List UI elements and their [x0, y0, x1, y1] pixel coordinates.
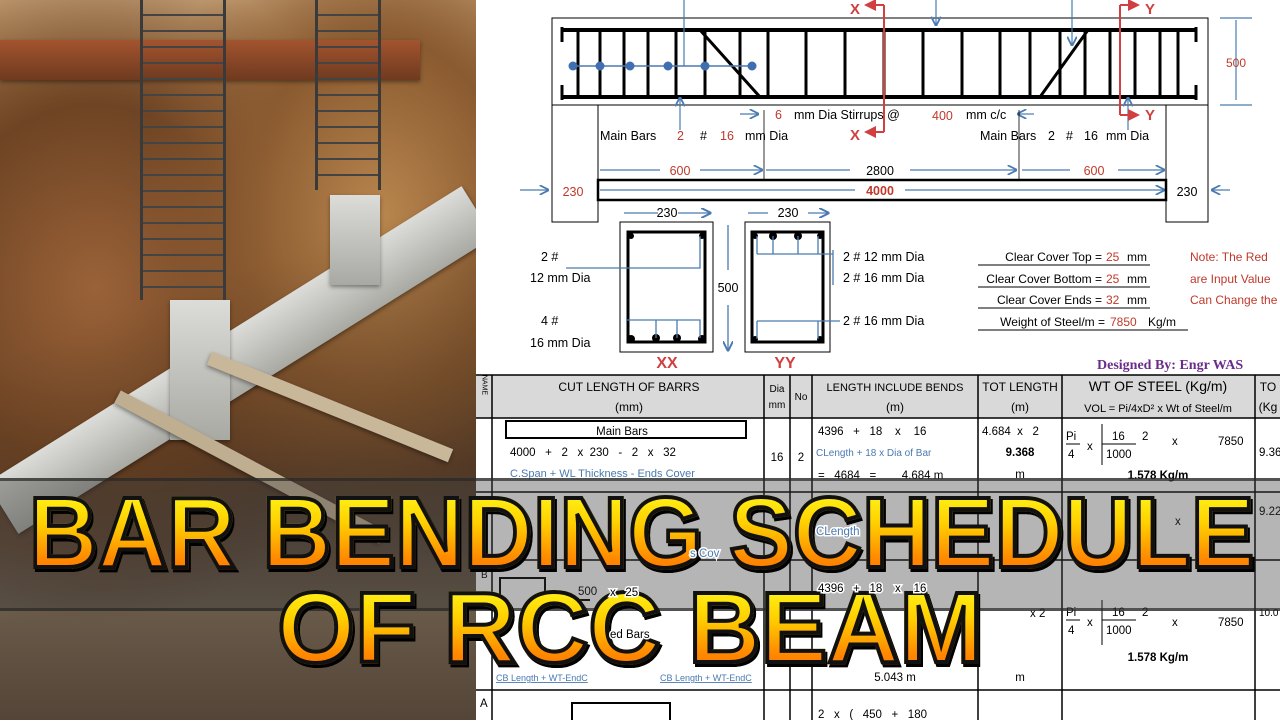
tot-calc: 4.684 x 2	[982, 426, 1039, 438]
xx-bottom-count: 4 #	[541, 314, 558, 328]
bends-formula: CLength + 18 x Dia of Bar	[816, 448, 932, 459]
wt-pow: 2	[1142, 431, 1148, 443]
right-main-bars-dia: 16	[1084, 129, 1098, 143]
cover-top-value[interactable]: 25	[1106, 250, 1120, 264]
bends-calc: 2 x ( 450 + 180	[818, 709, 927, 720]
header-cut-unit: (mm)	[615, 400, 643, 414]
designer-credit: Designed By: Engr WAS	[1097, 358, 1243, 373]
wt-x: x	[1087, 441, 1093, 453]
header-bends: LENGTH INCLUDE BENDS	[827, 382, 964, 394]
wt-4: 4	[1068, 449, 1075, 461]
bar-count: 2	[798, 452, 804, 464]
steel-weight-value[interactable]: 7850	[1110, 315, 1137, 329]
bends-calc: 4396 + 18 x 16	[818, 426, 926, 438]
dim-support-left: 230	[563, 185, 584, 199]
row-name-letter: A	[480, 698, 488, 710]
yy-bottom-bars: 2 # 16 mm Dia	[843, 314, 924, 328]
section-yy-width: 230	[778, 206, 799, 220]
wt-pi: Pi	[1066, 431, 1076, 443]
note-line: Can Change the	[1190, 293, 1278, 307]
dim-right: 600	[1084, 164, 1105, 178]
header-tot-unit: (m)	[1011, 400, 1029, 414]
section-y-marker-bottom: Y	[1145, 107, 1155, 124]
unit: mm Dia	[745, 129, 788, 143]
section-x-marker-bottom: X	[850, 127, 860, 144]
cover-ends-value[interactable]: 32	[1106, 293, 1120, 307]
wt-x: x	[1172, 436, 1178, 448]
title-line-1: BAR BENDING SCHEDULE	[27, 477, 1256, 589]
cover-bottom-label: Clear Cover Bottom =	[986, 272, 1102, 286]
total-weight: 9.36	[1259, 447, 1280, 459]
xx-top-count: 2 #	[541, 250, 558, 264]
header-dia: Dia	[769, 384, 784, 395]
note-line: are Input Value	[1190, 272, 1271, 286]
header-wt-steel: WT OF STEEL (Kg/m)	[1089, 378, 1227, 394]
xx-top-dia: 12 mm Dia	[530, 271, 590, 285]
hash: #	[1066, 129, 1073, 143]
xx-bottom-dia: 16 mm Dia	[530, 336, 590, 350]
section-depth: 500	[718, 281, 739, 295]
header-cut-length: CUT LENGTH OF BARRS	[558, 380, 699, 394]
header-no: No	[795, 392, 808, 403]
wt-steel: 7850	[1218, 436, 1244, 448]
cover-bottom-value[interactable]: 25	[1106, 272, 1120, 286]
unit: Kg/m	[1148, 315, 1176, 329]
steel-weight-label: Weight of Steel/m =	[1000, 315, 1105, 329]
header-name: NAME	[481, 375, 488, 396]
section-y-marker-top: Y	[1145, 1, 1155, 18]
header-dia-unit: mm	[769, 400, 786, 411]
right-main-bars-label: Main Bars	[980, 129, 1036, 143]
bar-name: Main Bars	[596, 426, 648, 438]
cross-sections: 230 230 500 XX YY 2 # 12 mm Dia 4 # 16 m…	[530, 206, 924, 372]
yy-mid-bars: 2 # 16 mm Dia	[843, 271, 924, 285]
header-total: TO	[1260, 380, 1276, 394]
cover-top-label: Clear Cover Top =	[1005, 250, 1102, 264]
cut-length-calc: 4000 + 2 x 230 - 2 x 32	[510, 447, 676, 459]
header-total-unit: (Kg	[1259, 400, 1278, 414]
left-main-bars-count: 2	[677, 129, 684, 143]
cover-inputs: Clear Cover Top = 25 mm Clear Cover Bott…	[978, 250, 1278, 331]
rebar-cage	[315, 0, 381, 190]
yy-top-bars: 2 # 12 mm Dia	[843, 250, 924, 264]
wt-num: 16	[1112, 431, 1125, 443]
unit: mm	[1127, 272, 1147, 286]
unit: mm	[1127, 250, 1147, 264]
unit: mm Dia	[1106, 129, 1149, 143]
dim-left: 600	[670, 164, 691, 178]
section-xx-label: XX	[656, 355, 678, 372]
header-bends-unit: (m)	[886, 400, 904, 414]
left-main-bars-dia: 16	[720, 129, 734, 143]
stirrup-text: mm Dia Stirrups @	[794, 108, 900, 122]
tot-value: 9.368	[1006, 447, 1035, 459]
left-main-bars-label: Main Bars	[600, 129, 656, 143]
dim-support-right: 230	[1177, 185, 1198, 199]
unit: mm	[1127, 293, 1147, 307]
stirrup-spacing: 400	[932, 109, 953, 123]
header-tot-length: TOT LENGTH	[982, 380, 1058, 394]
dim-span: 4000	[866, 184, 894, 198]
column-stub	[330, 195, 380, 285]
header-wt-formula: VOL = Pi/4xD² x Wt of Steel/m	[1084, 403, 1232, 415]
note-line: Note: The Red	[1190, 250, 1268, 264]
beam-elevation: X X Y Y 500 6 mm Dia Stirrups @ 400 mm c…	[520, 0, 1252, 223]
title-line-2: OF RCC BEAM	[0, 576, 1270, 680]
beam-depth-label: 500	[1226, 56, 1246, 70]
cover-ends-label: Clear Cover Ends =	[997, 293, 1102, 307]
section-x-marker-top: X	[850, 1, 860, 18]
right-main-bars-count: 2	[1048, 129, 1055, 143]
stirrup-unit: mm c/c	[966, 108, 1006, 122]
dim-mid: 2800	[866, 164, 894, 178]
wt-den: 1000	[1106, 449, 1132, 461]
hash: #	[700, 129, 707, 143]
rebar-cage	[140, 0, 226, 300]
stirrup-dia: 6	[775, 108, 782, 122]
timber-plank	[206, 351, 454, 463]
section-yy-label: YY	[774, 355, 796, 372]
bar-dia: 16	[771, 452, 784, 464]
section-xx-width: 230	[657, 206, 678, 220]
